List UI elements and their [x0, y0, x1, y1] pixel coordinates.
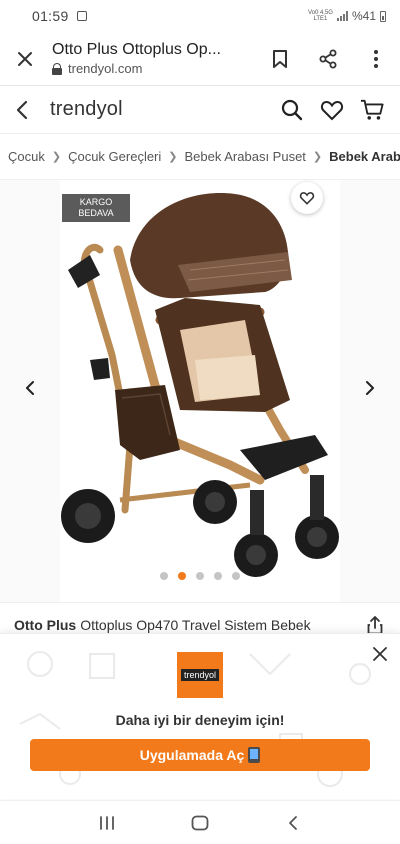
trendyol-app-logo: trendyol [177, 652, 223, 698]
browser-bar: Otto Plus Ottoplus Op... trendyol.com [0, 32, 400, 86]
close-icon[interactable] [14, 48, 36, 70]
back-icon[interactable] [281, 811, 305, 835]
next-image-arrow-icon[interactable] [360, 376, 380, 400]
breadcrumb: Çocuk ❯ Çocuk Gereçleri ❯ Bebek Arabası … [0, 134, 400, 180]
banner-tagline: Daha iyi bir deneyim için! [115, 712, 285, 728]
recent-apps-icon[interactable] [95, 811, 119, 835]
open-in-app-label: Uygulamada Aç [139, 747, 245, 763]
breadcrumb-item-current[interactable]: Bebek Arabası [329, 149, 400, 164]
home-icon[interactable] [188, 811, 212, 835]
previous-image-arrow-icon[interactable] [20, 376, 40, 400]
stroller-image [61, 193, 339, 577]
product-title: Otto Plus Ottoplus Op470 Travel Sistem Be… [14, 617, 364, 633]
chevron-right-icon: ❯ [312, 151, 323, 163]
header-icons [280, 98, 384, 122]
free-shipping-badge: KARGO BEDAVA [62, 194, 130, 222]
chevron-right-icon: ❯ [168, 151, 178, 163]
lock-icon [52, 62, 62, 75]
status-time: 01:59 [32, 8, 69, 24]
product-gallery[interactable]: KARGO BEDAVA [0, 180, 400, 602]
product-image-frame [60, 180, 340, 602]
bookmark-icon[interactable] [268, 47, 292, 71]
status-right: Vo0 4,5G LTE1 %41 [308, 9, 386, 23]
chevron-right-icon: ❯ [51, 151, 62, 163]
gallery-dot[interactable] [214, 572, 222, 580]
product-name: Ottoplus Op470 Travel Sistem Bebek [80, 616, 311, 633]
heart-icon[interactable] [320, 98, 344, 122]
breadcrumb-item[interactable]: Bebek Arabası Puset [185, 149, 306, 164]
browser-titles[interactable]: Otto Plus Ottoplus Op... trendyol.com [52, 41, 256, 76]
page-title: Otto Plus Ottoplus Op... [52, 41, 221, 58]
close-banner-icon[interactable] [370, 644, 390, 664]
browser-actions [268, 47, 388, 71]
battery-icon [380, 10, 386, 22]
gallery-dot[interactable] [196, 572, 204, 580]
status-left: 01:59 [32, 8, 87, 24]
badge-line1: KARGO [79, 197, 113, 207]
battery-percent: %41 [351, 9, 376, 23]
gallery-dots [0, 572, 400, 580]
network-indicator: Vo0 4,5G LTE1 [308, 10, 333, 22]
badge-line2: BEDAVA [78, 208, 114, 218]
heart-outline-icon [299, 192, 315, 205]
site-header: trendyol [0, 86, 400, 134]
breadcrumb-item[interactable]: Çocuk [8, 149, 45, 164]
gallery-dot-active[interactable] [178, 572, 186, 580]
product-brand[interactable]: Otto Plus [14, 617, 76, 633]
app-install-banner: trendyol Daha iyi bir deneyim için! Uygu… [0, 633, 400, 799]
breadcrumb-item[interactable]: Çocuk Gereçleri [68, 149, 161, 164]
back-arrow-icon[interactable] [16, 98, 36, 122]
signal-icon [336, 11, 348, 21]
app-logo-text: trendyol [180, 669, 220, 681]
phone-icon [248, 747, 261, 763]
search-icon[interactable] [280, 98, 304, 122]
gallery-dot[interactable] [160, 572, 168, 580]
favorite-button[interactable] [291, 182, 323, 214]
site-logo[interactable]: trendyol [50, 98, 280, 121]
open-in-app-button[interactable]: Uygulamada Aç [30, 739, 370, 771]
url-row: trendyol.com [52, 61, 256, 76]
cart-icon[interactable] [360, 98, 384, 122]
system-nav-bar [0, 800, 400, 844]
more-vertical-icon[interactable] [364, 47, 388, 71]
browser-url: trendyol.com [68, 61, 143, 76]
network-line2: LTE1 [313, 16, 328, 22]
browser-title-row: Otto Plus Ottoplus Op... [52, 41, 256, 59]
notification-icon [76, 11, 87, 21]
status-bar: 01:59 Vo0 4,5G LTE1 %41 [0, 0, 400, 32]
gallery-dot[interactable] [232, 572, 240, 580]
share-icon[interactable] [316, 47, 340, 71]
